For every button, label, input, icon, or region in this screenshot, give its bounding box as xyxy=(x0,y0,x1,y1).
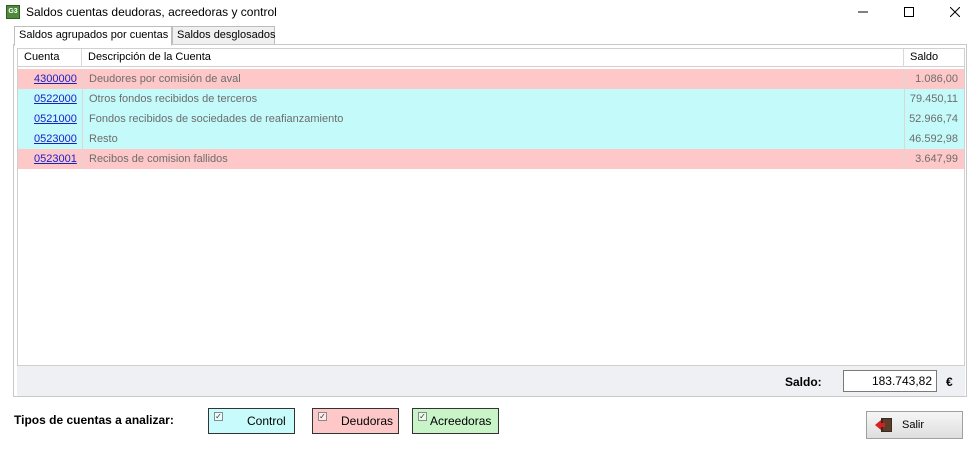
saldo-cell: 46.592,98 xyxy=(904,129,964,149)
tab-saldos-agrupados[interactable]: Saldos agrupados por cuentas xyxy=(14,26,172,46)
saldo-cell: 52.966,74 xyxy=(904,109,964,129)
cuenta-cell[interactable]: 0521000 xyxy=(18,109,82,129)
cuenta-link[interactable]: 0522000 xyxy=(34,93,77,105)
check-icon[interactable]: ✓ xyxy=(214,412,223,421)
saldo-cell: 3.647,99 xyxy=(904,149,964,169)
filters-label: Tipos de cuentas a analizar: xyxy=(14,413,174,427)
table-row[interactable]: 0521000 Fondos recibidos de sociedades d… xyxy=(18,109,964,129)
close-icon xyxy=(950,7,960,17)
tab-saldos-desglosados[interactable]: Saldos desglosados xyxy=(172,26,275,45)
check-icon[interactable]: ✓ xyxy=(318,412,327,421)
salir-label: Salir xyxy=(902,419,925,431)
grid-header: Cuenta Descripción de la Cuenta Saldo xyxy=(18,49,964,67)
check-icon[interactable]: ✓ xyxy=(418,412,427,421)
checkbox-label: Acreedoras xyxy=(430,414,492,428)
total-value: 183.743,82 xyxy=(843,370,937,392)
saldo-cell: 79.450,11 xyxy=(904,89,964,109)
accounts-grid[interactable]: Cuenta Descripción de la Cuenta Saldo 43… xyxy=(17,48,965,366)
salir-button[interactable]: Salir xyxy=(866,411,963,439)
cuenta-cell[interactable]: 0523001 xyxy=(18,149,82,169)
cuenta-link[interactable]: 0521000 xyxy=(34,113,77,125)
cuenta-link[interactable]: 0523001 xyxy=(34,153,77,165)
cuenta-link[interactable]: 0523000 xyxy=(34,133,77,145)
total-label: Saldo: xyxy=(785,375,822,389)
table-row[interactable]: 0523000 Resto 46.592,98 xyxy=(18,129,964,149)
column-header-descripcion[interactable]: Descripción de la Cuenta xyxy=(82,49,904,67)
minimize-button[interactable] xyxy=(840,0,886,24)
window-title: Saldos cuentas deudoras, acreedoras y co… xyxy=(26,5,277,19)
app-icon: G3 xyxy=(6,5,20,19)
descripcion-cell: Resto xyxy=(82,129,904,149)
checkbox-label: Deudoras xyxy=(341,414,394,428)
tab-panel: Cuenta Descripción de la Cuenta Saldo 43… xyxy=(13,44,967,397)
checkbox-deudoras[interactable]: ✓ Deudoras xyxy=(312,408,399,434)
descripcion-cell: Recibos de comision fallidos xyxy=(82,149,904,169)
table-row[interactable]: 0522000 Otros fondos recibidos de tercer… xyxy=(18,89,964,109)
descripcion-cell: Otros fondos recibidos de terceros xyxy=(82,89,904,109)
cuenta-cell[interactable]: 4300000 xyxy=(18,69,82,89)
maximize-button[interactable] xyxy=(886,0,932,24)
total-bar: Saldo: 183.743,82 € xyxy=(17,366,965,396)
checkbox-acreedoras[interactable]: ✓ Acreedoras xyxy=(412,408,499,434)
descripcion-cell: Deudores por comisión de aval xyxy=(82,69,904,89)
cuenta-link[interactable]: 4300000 xyxy=(34,73,77,85)
title-bar: G3 Saldos cuentas deudoras, acreedoras y… xyxy=(0,0,979,24)
minimize-icon xyxy=(858,11,868,13)
maximize-icon xyxy=(904,7,914,17)
table-row[interactable]: 4300000 Deudores por comisión de aval 1.… xyxy=(18,69,964,89)
column-header-saldo[interactable]: Saldo xyxy=(904,49,964,67)
cuenta-cell[interactable]: 0522000 xyxy=(18,89,82,109)
currency-unit: € xyxy=(946,375,953,389)
column-header-cuenta[interactable]: Cuenta xyxy=(18,49,82,67)
cuenta-cell[interactable]: 0523000 xyxy=(18,129,82,149)
exit-door-icon xyxy=(875,418,892,432)
close-button[interactable] xyxy=(932,0,978,24)
checkbox-control[interactable]: ✓ Control xyxy=(208,408,295,434)
descripcion-cell: Fondos recibidos de sociedades de reafia… xyxy=(82,109,904,129)
table-row[interactable]: 0523001 Recibos de comision fallidos 3.6… xyxy=(18,149,964,169)
checkbox-label: Control xyxy=(247,414,286,428)
saldo-cell: 1.086,00 xyxy=(904,69,964,89)
